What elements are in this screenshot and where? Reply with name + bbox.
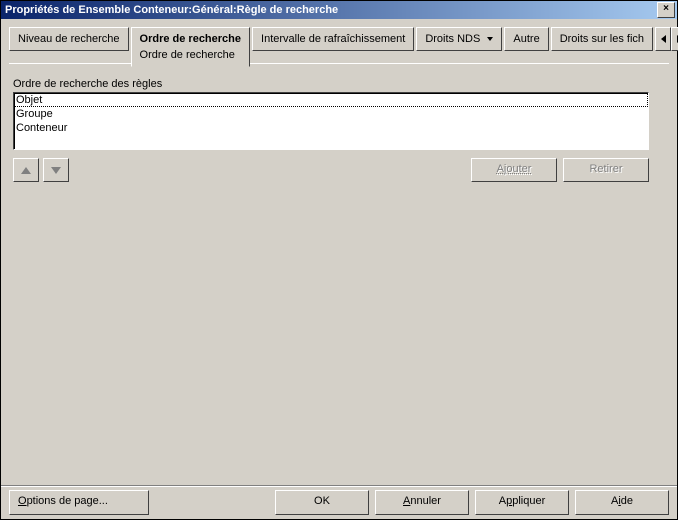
titlebar: Propriétés de Ensemble Conteneur:Général… [1,1,677,19]
button-label: Appliquer [499,495,546,507]
tab-label: Droits sur les fich [560,33,644,45]
help-button[interactable]: Aide [575,490,669,515]
tab-label: Intervalle de rafraîchissement [261,33,405,45]
remove-button[interactable]: Retirer [563,158,649,182]
tab-ordre-recherche[interactable]: Ordre de recherche Ordre de recherche [131,27,251,67]
tab-label: Ordre de recherche [140,33,242,45]
tab-scroll-left-button[interactable] [655,27,671,51]
cancel-button[interactable]: Annuler [375,490,469,515]
tab-droits-nds[interactable]: Droits NDS [416,27,502,51]
tab-subtitle: Ordre de recherche [140,48,242,62]
arrow-down-icon [51,167,61,174]
tab-strip: Niveau de recherche Ordre de recherche O… [9,27,669,63]
tab-intervalle-rafraichissement[interactable]: Intervalle de rafraîchissement [252,27,414,51]
arrow-left-icon [661,35,666,43]
tab-autre[interactable]: Autre [504,27,548,51]
rules-listbox[interactable]: Objet Groupe Conteneur [13,92,649,150]
tab-scroll-controls [655,27,678,51]
add-button[interactable]: Ajouter [471,158,557,182]
move-up-button[interactable] [13,158,39,182]
tab-label: Droits NDS [425,33,480,45]
list-item[interactable]: Conteneur [14,121,648,135]
button-label: Options de page... [18,495,108,507]
close-icon: × [663,3,669,14]
tab-label: Niveau de recherche [18,33,120,45]
tab-label: Autre [513,33,539,45]
tab-droits-fichiers[interactable]: Droits sur les fich [551,27,653,51]
tab-scroll-right-button[interactable] [671,27,678,51]
tab-niveau-recherche[interactable]: Niveau de recherche [9,27,129,51]
page-options-button[interactable]: Options de page... [9,490,149,515]
dialog-window: Propriétés de Ensemble Conteneur:Général… [0,0,678,520]
move-down-button[interactable] [43,158,69,182]
dialog-button-bar: Options de page... OK Annuler Appliquer … [1,485,677,519]
list-item[interactable]: Groupe [14,107,648,121]
button-label: Aide [611,495,633,507]
list-controls-row: Ajouter Retirer [13,158,649,182]
ok-button[interactable]: OK [275,490,369,515]
close-button[interactable]: × [657,2,675,18]
dropdown-icon [487,37,493,41]
arrow-up-icon [21,167,31,174]
window-title: Propriétés de Ensemble Conteneur:Général… [5,4,657,16]
tab-panel: Ordre de recherche des règles Objet Grou… [9,63,669,477]
button-label: Annuler [403,495,441,507]
list-item[interactable]: Objet [14,93,648,107]
apply-button[interactable]: Appliquer [475,490,569,515]
listbox-label: Ordre de recherche des règles [13,78,665,90]
content-area: Niveau de recherche Ordre de recherche O… [1,19,677,485]
